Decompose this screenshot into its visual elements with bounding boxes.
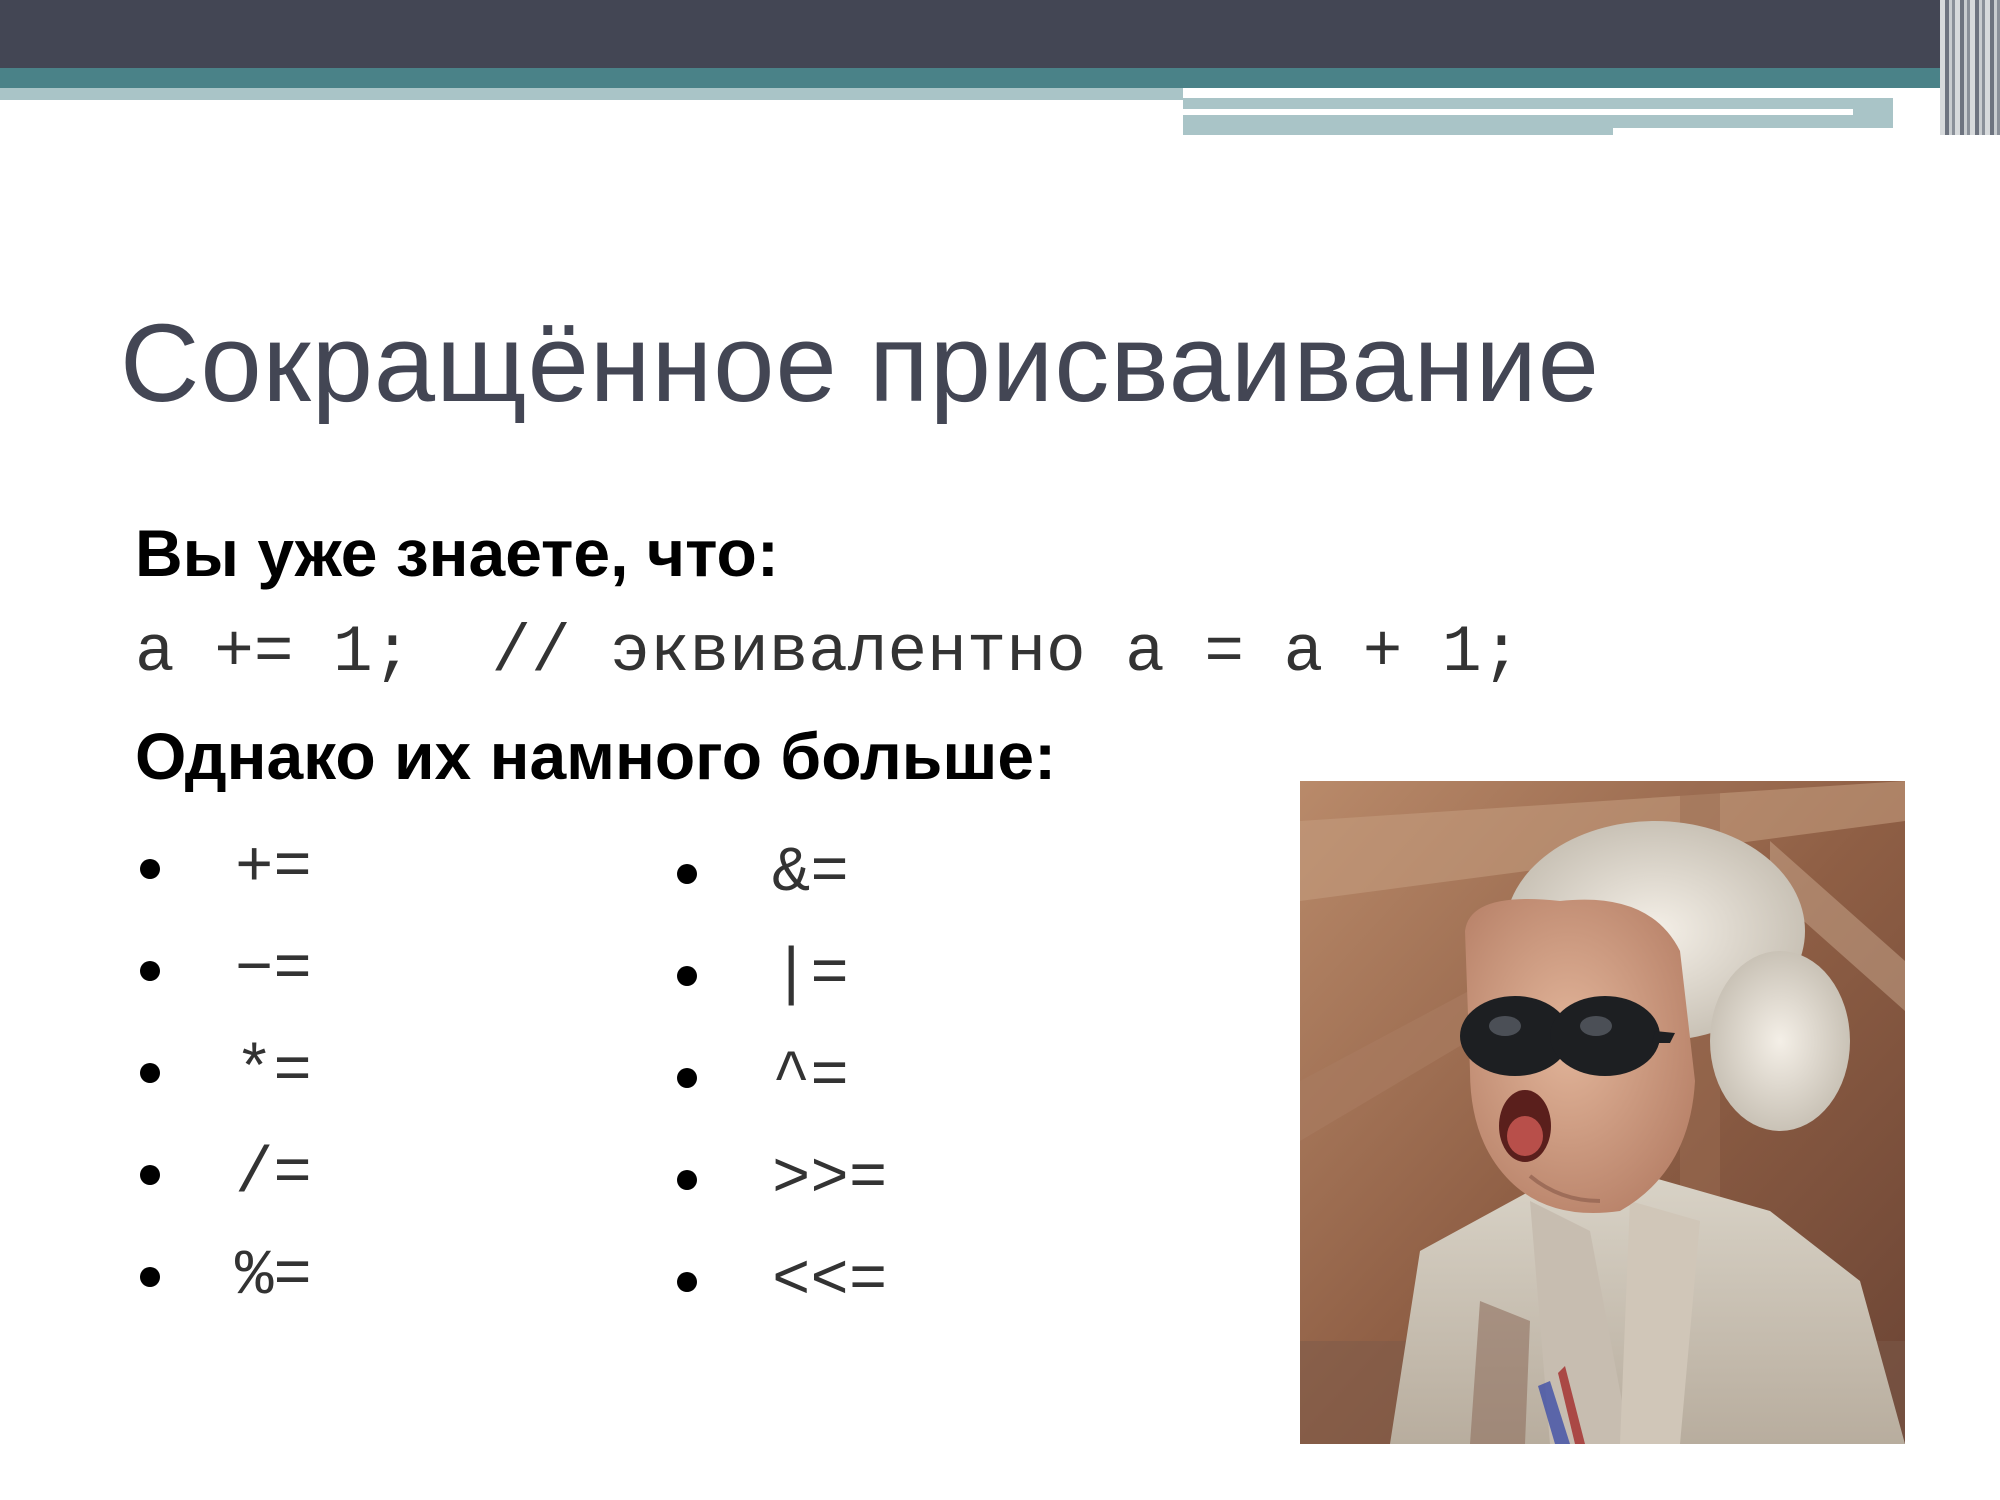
operator-list-left: += −= *= /= %= bbox=[135, 818, 312, 1328]
operator-list-right: &= |= ^= >>= <<= bbox=[672, 823, 887, 1333]
header-bar-teal bbox=[0, 68, 2000, 88]
operator-label: <<= bbox=[772, 1246, 888, 1318]
header-bar-dark bbox=[0, 0, 2000, 68]
bullet-icon bbox=[677, 966, 697, 986]
list-item: <<= bbox=[672, 1231, 887, 1333]
operator-label: += bbox=[235, 833, 312, 905]
bullet-icon bbox=[677, 864, 697, 884]
bullet-icon bbox=[140, 1267, 160, 1287]
list-item: >>= bbox=[672, 1129, 887, 1231]
list-item: += bbox=[135, 818, 312, 920]
operator-label: %= bbox=[235, 1241, 312, 1313]
operator-label: *= bbox=[235, 1037, 312, 1109]
operator-label: ^= bbox=[772, 1042, 849, 1114]
list-item: *= bbox=[135, 1022, 312, 1124]
header-accent-line bbox=[1183, 109, 1853, 115]
surprised-scientist-photo bbox=[1300, 781, 1905, 1444]
list-item: ^= bbox=[672, 1027, 887, 1129]
header-bar-light-left bbox=[0, 88, 1183, 100]
bullet-icon bbox=[140, 859, 160, 879]
slide-title: Сокращённое присваивание bbox=[120, 302, 1600, 425]
list-item: &= bbox=[672, 823, 887, 925]
list-item: %= bbox=[135, 1226, 312, 1328]
heading-more: Однако их намного больше: bbox=[135, 719, 1057, 793]
bullet-icon bbox=[140, 1063, 160, 1083]
operator-label: /= bbox=[235, 1139, 312, 1211]
bullet-icon bbox=[677, 1068, 697, 1088]
bullet-icon bbox=[140, 961, 160, 981]
code-example: a += 1; // эквивалентно a = a + 1; bbox=[135, 615, 1522, 690]
list-item: −= bbox=[135, 920, 312, 1022]
heading-known: Вы уже знаете, что: bbox=[135, 516, 779, 590]
bullet-icon bbox=[677, 1170, 697, 1190]
operator-label: >>= bbox=[772, 1144, 888, 1216]
list-item: |= bbox=[672, 925, 887, 1027]
operator-label: &= bbox=[772, 838, 849, 910]
header-accent-line-2 bbox=[1613, 128, 1893, 135]
bullet-icon bbox=[140, 1165, 160, 1185]
bullet-icon bbox=[677, 1272, 697, 1292]
operator-label: |= bbox=[772, 940, 849, 1012]
operator-label: −= bbox=[235, 935, 312, 1007]
header-edge-stripes bbox=[1940, 0, 2000, 135]
list-item: /= bbox=[135, 1124, 312, 1226]
